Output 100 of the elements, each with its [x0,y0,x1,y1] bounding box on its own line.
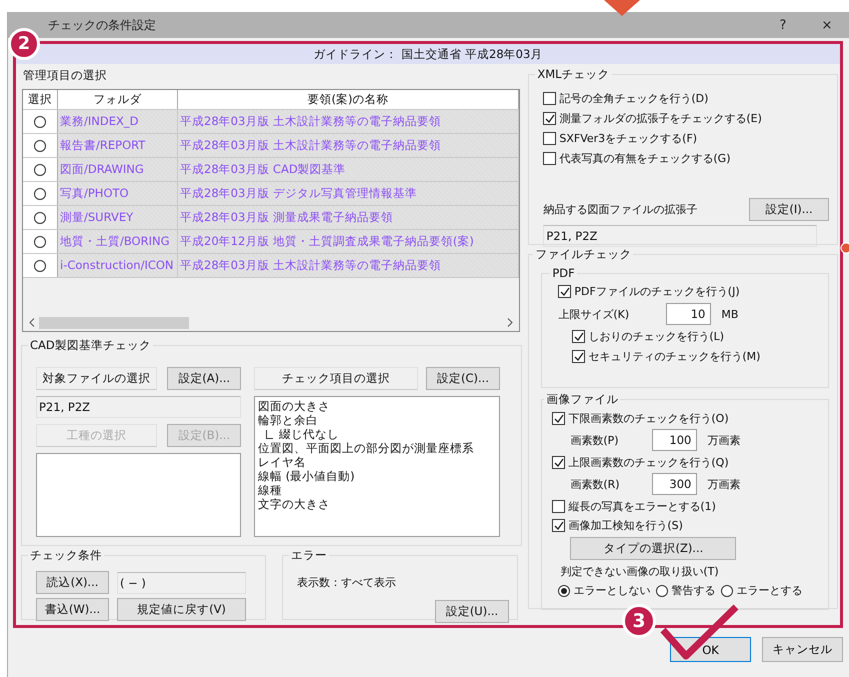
table-cell: 平成20年12月版 地質・土質調査成果電子納品要領(案) [178,230,519,253]
column-label: チェック項目の選択 [254,367,418,390]
table-cell: 測量/SURVEY [58,206,178,229]
checkbox[interactable] [552,519,566,532]
group-title: PDF [551,266,576,280]
unit-label: MB [721,308,738,320]
checkbox[interactable] [552,500,566,513]
checkbox[interactable] [543,92,556,105]
settings-button[interactable]: 設定(I)... [749,198,829,221]
table-cell: 平成28年03月版 土木設計業務等の電子納品要領 [178,254,519,277]
radio-button[interactable] [34,140,46,152]
load-button[interactable]: 読込(X)... [36,571,109,594]
reset-defaults-button[interactable]: 規定値に戻す(V) [117,598,246,621]
column-label: 工種の選択 [36,424,158,447]
settings-button[interactable]: 設定(A)... [167,367,241,390]
checkbox-label: PDFファイルのチェックを行う(J) [574,284,740,299]
checkbox-label: 下限画素数のチェックを行う(O) [568,411,729,426]
group-title: チェック条件 [29,548,103,563]
group-title: XMLチェック [536,67,611,82]
checkbox-label: 記号の全角チェックを行う(D) [559,91,708,106]
radio-button[interactable] [34,236,46,248]
checkbox[interactable] [552,456,566,469]
list-item[interactable]: 線種 [258,483,496,497]
checkbox-label: セキュリティのチェックを行う(M) [588,349,760,364]
pixel-count-input[interactable]: 300 [652,473,698,495]
radio-label: 警告する [671,583,716,598]
checkbox[interactable] [572,330,586,343]
table-cell: 地質・土質/BORING [58,230,178,253]
group-title: ファイルチェック [534,247,632,262]
cancel-button[interactable]: キャンセル [762,637,843,662]
tree-branch-icon [266,430,273,438]
checkbox-label: 代表写真の有無をチェックする(G) [559,151,730,166]
checkbox-label: 上限画素数のチェックを行う(Q) [568,455,729,470]
scroll-left-icon[interactable] [29,318,35,327]
error-display-count: 表示数：すべて表示 [297,575,397,590]
checkbox[interactable] [552,412,566,425]
radio-button[interactable] [34,260,46,272]
list-item[interactable]: 綴じ代なし [279,427,339,441]
radio-button[interactable] [721,584,734,596]
checkbox-label: 縦長の写真をエラーとする(1) [568,499,716,514]
list-item[interactable]: 文字の大きさ [258,497,496,511]
checkbox-label: SXFVer3をチェックする(F) [559,131,698,146]
radio-label: エラーとしない [573,583,650,598]
column-header[interactable]: 選択 [23,90,58,109]
table-cell: i-Construction/ICON [58,254,178,277]
close-button[interactable]: × [805,12,849,38]
checkbox-label: 画像加工検知を行う(S) [568,518,683,533]
field-label: 画素数(R) [570,476,621,492]
scroll-right-icon[interactable] [507,318,513,327]
size-input[interactable]: 10 [666,303,712,325]
column-header[interactable]: 要領(案)の名称 [178,90,519,109]
table-cell: 写真/PHOTO [58,182,178,205]
checkbox[interactable] [572,350,586,363]
radio-button[interactable] [34,116,46,128]
help-button[interactable]: ? [761,12,805,38]
list-item[interactable]: 位置図、平面図上の部分図が測量座標系 [258,441,496,455]
checkbox[interactable] [558,285,572,298]
save-button[interactable]: 書込(W)... [36,598,109,621]
radio-button[interactable] [34,212,46,224]
list-item[interactable]: 線幅 (最小値自動) [258,469,496,483]
checkbox[interactable] [543,152,556,165]
field-label: 納品する図面ファイルの拡張子 [543,202,698,217]
table-cell: 平成28年03月版 土木設計業務等の電子納品要領 [178,134,519,157]
radio-button[interactable] [656,584,668,596]
field-label: 画素数(P) [570,432,620,448]
column-header[interactable]: フォルダ [58,90,178,109]
field-label: 上限サイズ(K) [558,306,630,322]
table-cell: 平成28年03月版 CAD製図基準 [178,158,519,181]
work-type-list[interactable] [36,453,241,537]
table-cell: 図面/DRAWING [58,158,178,181]
table-cell: 平成28年03月版 測量成果電子納品要領 [178,206,519,229]
settings-button[interactable]: 設定(C)... [426,367,500,390]
pointer-arrow-icon [604,0,640,16]
list-item[interactable]: 輪郭と余白 [258,413,496,427]
column-label: 対象ファイルの選択 [36,367,158,390]
radio-button[interactable] [34,188,46,200]
group-title: 画像ファイル [545,392,620,407]
radio-button[interactable] [34,164,46,176]
checkbox-label: しおりのチェックを行う(L) [588,329,724,344]
list-item[interactable]: レイヤ名 [258,455,496,469]
conditions-file-field[interactable]: ( − ) [117,572,246,594]
extension-field[interactable]: P21, P2Z [36,396,241,418]
radio-button[interactable] [558,584,570,596]
section-title: 管理項目の選択 [23,68,108,83]
group-title: CAD製図基準チェック [29,338,152,353]
radio-label: エラーとする [736,583,802,598]
list-item[interactable]: 図面の大きさ [258,399,496,413]
group-title: エラー [290,548,328,563]
checkbox[interactable] [543,132,556,145]
checkbox[interactable] [543,112,556,125]
table-cell: 業務/INDEX_D [58,110,178,133]
field-label: 判定できない画像の取り扱い(T) [560,564,720,579]
window-title: チェックの条件設定 [48,16,157,34]
table-cell: 平成28年03月版 デジタル写真管理情報基準 [178,182,519,205]
check-item-list[interactable]: 図面の大きさ 輪郭と余白 綴じ代なし 位置図、平面図上の部分図が測量座標系 レイヤ名 線幅 (最小値自動) 線種 文字の大きさ [254,396,500,537]
type-select-button[interactable]: タイプの選択(Z)... [570,537,736,560]
pixel-count-input[interactable]: 100 [652,429,698,451]
table-cell: 報告書/REPORT [58,134,178,157]
extension-field[interactable]: P21, P2Z [543,225,818,247]
settings-button[interactable]: 設定(U)... [435,600,509,623]
